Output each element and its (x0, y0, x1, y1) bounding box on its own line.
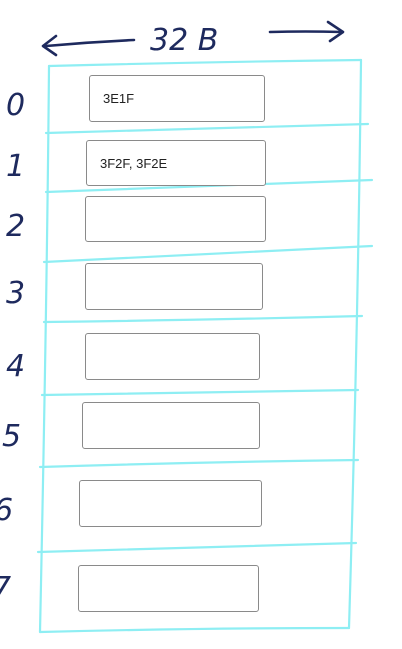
row-divider (44, 122, 370, 135)
table-left-border (38, 64, 51, 634)
row-index-label: 6 (0, 493, 13, 528)
memory-slot-input-4[interactable] (85, 333, 260, 380)
row-index-label: 2 (6, 209, 25, 244)
memory-slot-input-0[interactable] (89, 75, 265, 122)
table-bottom-border (38, 626, 351, 634)
row-index-label: 4 (6, 349, 25, 384)
memory-slot-input-3[interactable] (85, 263, 263, 310)
width-label: 32 B (150, 23, 218, 58)
memory-slot-input-2[interactable] (85, 196, 266, 242)
row-divider (38, 458, 360, 469)
row-divider (36, 541, 358, 554)
memory-slot-input-6[interactable] (79, 480, 262, 527)
row-divider (42, 314, 364, 324)
row-divider (42, 244, 374, 264)
arrow-left-icon (41, 34, 136, 57)
memory-slot-input-1[interactable] (86, 140, 266, 186)
table-top-border (47, 58, 363, 68)
row-index-label: 0 (6, 88, 25, 123)
row-index-label: 1 (6, 149, 25, 184)
row-index-label: 5 (2, 419, 21, 454)
memory-slot-input-5[interactable] (82, 402, 260, 449)
memory-slot-input-7[interactable] (78, 565, 259, 612)
row-divider (40, 388, 360, 397)
arrow-right-icon (268, 20, 345, 43)
row-index-label: 7 (0, 571, 11, 606)
row-index-label: 3 (6, 276, 25, 311)
